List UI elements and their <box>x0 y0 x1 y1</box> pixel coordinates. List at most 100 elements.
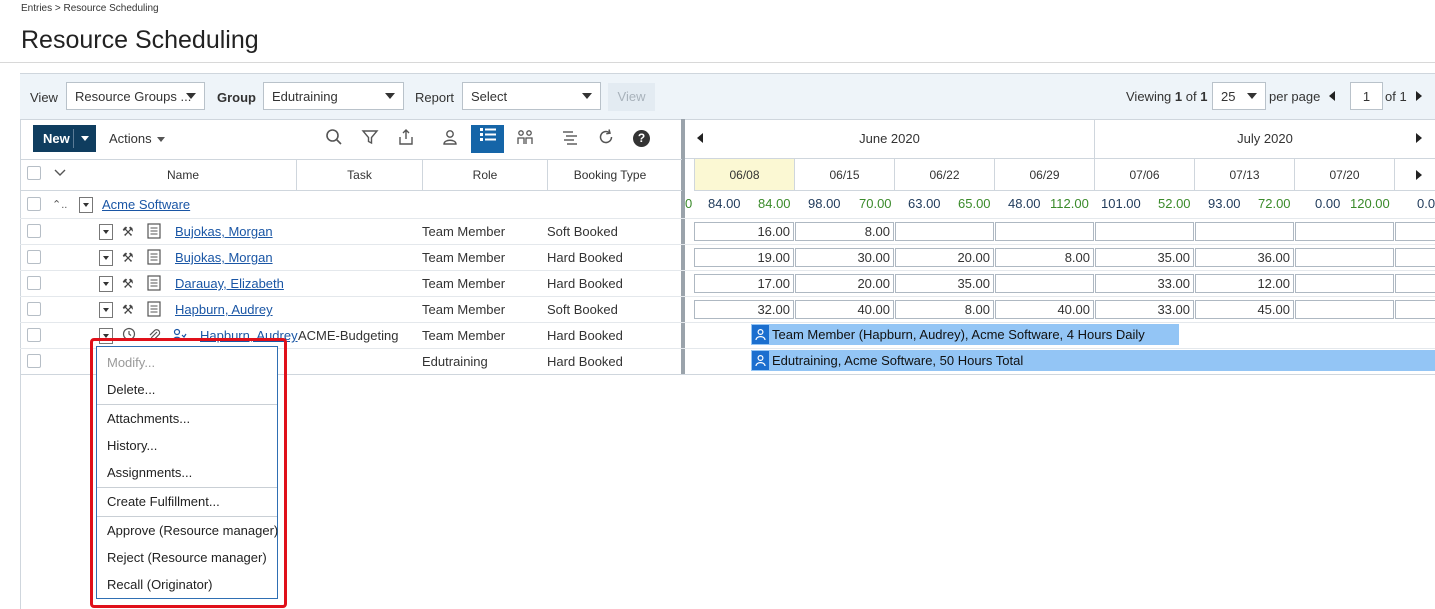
row-menu-button[interactable] <box>99 302 113 318</box>
next-page-icon[interactable] <box>1416 91 1422 101</box>
hours-cell[interactable]: 30.00 <box>795 248 894 267</box>
notes-icon[interactable] <box>146 300 162 321</box>
hours-cell[interactable] <box>1195 222 1294 241</box>
view-select[interactable]: Resource Groups ... <box>66 82 205 110</box>
hours-cell[interactable]: 35.00 <box>1095 248 1194 267</box>
help-icon[interactable]: ? <box>633 130 650 147</box>
viewing-current: 1 <box>1174 89 1183 104</box>
row-checkbox[interactable] <box>27 224 41 238</box>
row-menu-button[interactable] <box>99 276 113 292</box>
actions-menu[interactable]: Actions <box>109 131 165 146</box>
hours-cell[interactable]: 16.00 <box>694 222 794 241</box>
gantt-icon[interactable] <box>559 128 581 150</box>
row-checkbox[interactable] <box>27 328 41 342</box>
resource-name-link[interactable]: Darauay, Elizabeth <box>175 276 284 291</box>
row-checkbox[interactable] <box>27 197 41 211</box>
highlight-annotation <box>90 338 287 608</box>
row-menu-button[interactable] <box>79 197 93 213</box>
week-header[interactable]: 06/15 <box>794 159 894 191</box>
hours-cell[interactable] <box>1295 248 1394 267</box>
hours-cell[interactable]: 8.00 <box>895 300 994 319</box>
hours-cell[interactable]: 17.00 <box>694 274 794 293</box>
week-header[interactable]: 06/22 <box>894 159 994 191</box>
collapse-icon[interactable]: ⌃.. <box>52 198 67 211</box>
hours-cell[interactable] <box>995 274 1094 293</box>
search-icon[interactable] <box>323 128 345 150</box>
hours-cell[interactable]: 8.00 <box>995 248 1094 267</box>
tools-icon[interactable]: ⚒ <box>122 276 134 292</box>
report-select[interactable]: Select <box>462 82 601 110</box>
row-checkbox[interactable] <box>27 354 41 368</box>
hours-cell[interactable]: 35.00 <box>895 274 994 293</box>
hours-cell[interactable]: 33.00 <box>1095 300 1194 319</box>
resource-icon[interactable] <box>439 128 461 150</box>
export-icon[interactable] <box>395 128 417 150</box>
breadcrumb: Entries > Resource Scheduling <box>21 3 159 14</box>
column-header-role[interactable]: Role <box>422 159 547 191</box>
hours-cell[interactable]: 45.00 <box>1195 300 1294 319</box>
row-checkbox[interactable] <box>27 276 41 290</box>
row-menu-button[interactable] <box>99 250 113 266</box>
collapse-all-icon[interactable] <box>53 166 67 185</box>
tools-icon[interactable]: ⚒ <box>122 224 134 240</box>
hours-cell[interactable] <box>1295 300 1394 319</box>
group-name-link[interactable]: Acme Software <box>102 197 190 212</box>
row-checkbox[interactable] <box>27 302 41 316</box>
prev-page-icon[interactable] <box>1329 91 1335 101</box>
hours-cell[interactable]: 36.00 <box>1195 248 1294 267</box>
view-button[interactable]: View <box>608 83 655 111</box>
hours-cell[interactable]: 8.00 <box>795 222 894 241</box>
hours-cell[interactable]: 33.00 <box>1095 274 1194 293</box>
week-header[interactable]: 06/08 <box>694 159 794 191</box>
week-header[interactable]: 07/13 <box>1194 159 1294 191</box>
page-number-input[interactable]: 1 <box>1350 82 1383 110</box>
hours-cell[interactable] <box>1295 274 1394 293</box>
hours-cell[interactable] <box>1395 300 1435 319</box>
refresh-icon[interactable] <box>595 128 617 150</box>
select-all-checkbox[interactable] <box>27 166 41 180</box>
resource-name-link[interactable]: Bujokas, Morgan <box>175 250 273 265</box>
hours-cell[interactable] <box>1395 274 1435 293</box>
notes-icon[interactable] <box>146 222 162 243</box>
page-size-value: 25 <box>1221 89 1236 104</box>
hours-cell[interactable]: 40.00 <box>995 300 1094 319</box>
notes-icon[interactable] <box>146 274 162 295</box>
calendar-next-icon[interactable] <box>1416 133 1422 143</box>
page-size-select[interactable]: 25 <box>1212 82 1266 110</box>
hours-cell[interactable] <box>1295 222 1394 241</box>
notes-icon[interactable] <box>146 248 162 269</box>
hours-cell[interactable]: 32.00 <box>694 300 794 319</box>
hours-cell[interactable]: 19.00 <box>694 248 794 267</box>
week-total-a: 93.00 <box>1208 196 1241 211</box>
people-icon[interactable] <box>514 128 536 150</box>
hours-cell[interactable] <box>1395 222 1435 241</box>
list-view-icon[interactable] <box>471 125 504 153</box>
row-checkbox[interactable] <box>27 250 41 264</box>
week-next-icon[interactable] <box>1416 170 1422 180</box>
chevron-down-icon[interactable] <box>81 136 89 141</box>
hours-cell[interactable]: 20.00 <box>795 274 894 293</box>
row-menu-button[interactable] <box>99 224 113 240</box>
booking-bar[interactable]: Team Member (Hapburn, Audrey), Acme Soft… <box>751 324 1179 345</box>
booking-bar[interactable]: Edutraining, Acme Software, 50 Hours Tot… <box>751 350 1435 371</box>
hours-cell[interactable] <box>1095 222 1194 241</box>
resource-name-link[interactable]: Bujokas, Morgan <box>175 224 273 239</box>
hours-cell[interactable] <box>995 222 1094 241</box>
column-header-task[interactable]: Task <box>296 159 422 191</box>
hours-cell[interactable]: 12.00 <box>1195 274 1294 293</box>
hours-cell[interactable]: 40.00 <box>795 300 894 319</box>
resource-name-link[interactable]: Hapburn, Audrey <box>175 302 273 317</box>
week-header[interactable]: 06/29 <box>994 159 1094 191</box>
column-header-booking-type[interactable]: Booking Type <box>547 159 672 191</box>
hours-cell[interactable] <box>1395 248 1435 267</box>
week-header[interactable]: 07/06 <box>1094 159 1194 191</box>
hours-cell[interactable] <box>895 222 994 241</box>
week-header[interactable]: 07/20 <box>1294 159 1394 191</box>
new-button[interactable]: New <box>33 125 96 152</box>
filter-icon[interactable] <box>359 128 381 150</box>
hours-cell[interactable]: 20.00 <box>895 248 994 267</box>
column-header-name[interactable]: Name <box>70 159 296 191</box>
tools-icon[interactable]: ⚒ <box>122 302 134 318</box>
group-select[interactable]: Edutraining <box>263 82 404 110</box>
tools-icon[interactable]: ⚒ <box>122 250 134 266</box>
